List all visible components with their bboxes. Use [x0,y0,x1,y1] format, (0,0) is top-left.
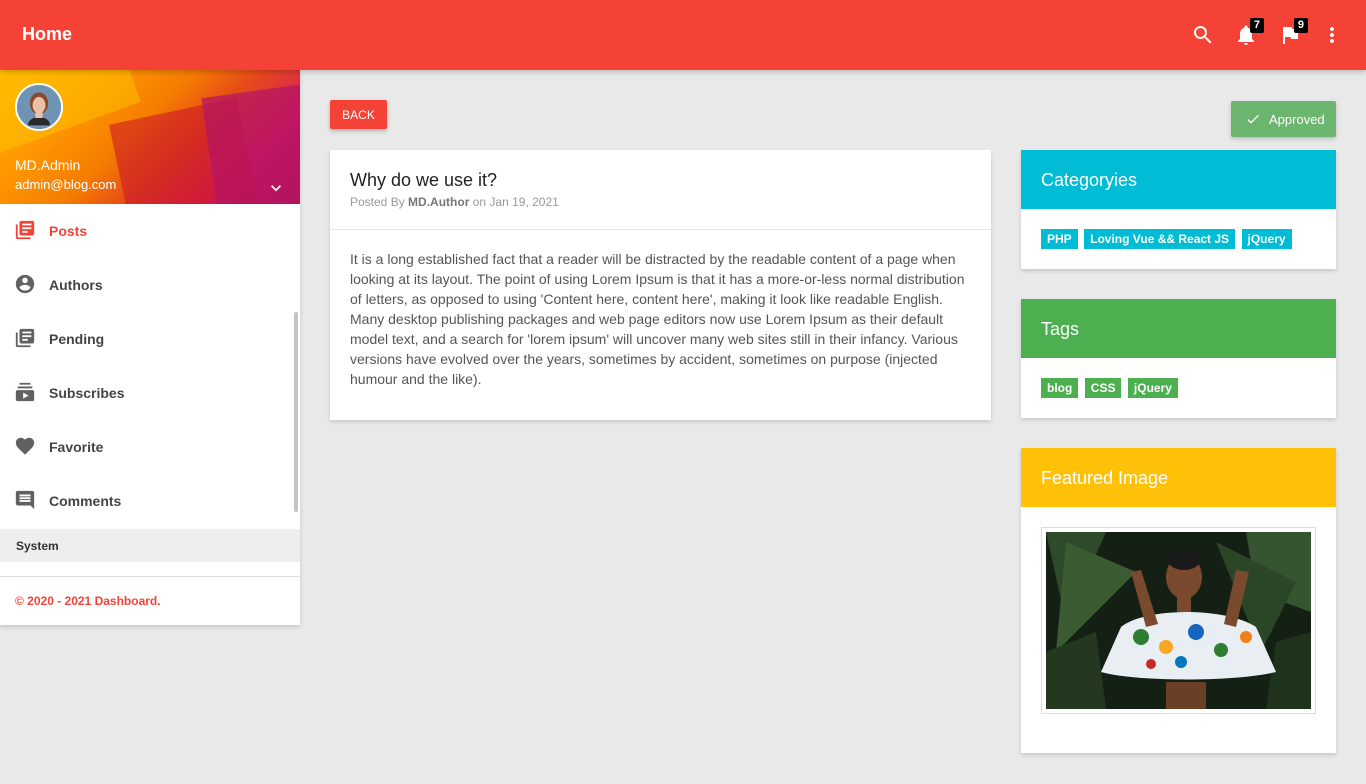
post-meta: Posted By MD.Author on Jan 19, 2021 [350,195,559,209]
pending-icon [14,327,36,349]
sidebar-menu: Posts Authors Pending Subscribes Favorit… [0,204,300,528]
heart-icon [14,435,36,457]
sidebar-item-label: Subscribes [49,385,125,401]
posts-icon [14,219,36,241]
sidebar-item-favorite[interactable]: Favorite [0,420,300,474]
copyright-text: © 2020 - 2021 Dashboard. [15,594,161,608]
post-date: Jan 19, 2021 [489,195,559,209]
more-vert-icon[interactable] [1320,23,1344,47]
categories-list: PHP Loving Vue && React JS jQuery [1021,209,1336,269]
featured-title: Featured Image [1041,468,1169,488]
meta-on: on [472,195,487,209]
sidebar-item-label: Posts [49,223,88,239]
post-card: Why do we use it? Posted By MD.Author on… [330,150,991,420]
subscriptions-icon [14,381,36,403]
approved-button[interactable]: Approved [1231,101,1336,137]
account-circle-icon [14,273,36,295]
chevron-down-icon[interactable] [266,178,286,198]
divider [330,229,991,230]
featured-image-card: Featured Image [1021,448,1336,753]
user-name: MD.Admin [15,157,81,173]
tags-title: Tags [1041,319,1080,339]
flags-button[interactable]: 9 [1278,18,1308,47]
post-title: Why do we use it? [350,170,498,190]
approved-label: Approved [1269,112,1325,127]
sidebar-item-pending[interactable]: Pending [0,312,300,366]
sidebar-section-header: System [0,529,300,562]
category-tag[interactable]: jQuery [1241,229,1292,249]
sidebar-item-label: Favorite [49,439,104,455]
sidebar-item-label: Comments [49,493,122,509]
post-body: It is a long established fact that a rea… [350,251,965,387]
sidebar-item-authors[interactable]: Authors [0,258,300,312]
post-author[interactable]: MD.Author [408,195,469,209]
top-app-bar: Home 7 9 [0,0,1366,70]
section-header-label: System [16,539,59,553]
sidebar-item-subscribes[interactable]: Subscribes [0,366,300,420]
sidebar-item-comments[interactable]: Comments [0,474,300,528]
sidebar-scrollbar[interactable] [294,312,298,512]
tags-header: Tags [1021,299,1336,358]
notifications-badge: 7 [1249,18,1264,33]
search-icon[interactable] [1191,23,1215,47]
category-tag[interactable]: PHP [1041,229,1078,249]
tag-chip[interactable]: blog [1041,378,1079,398]
tag-chip[interactable]: CSS [1084,378,1122,398]
sidebar: MD.Admin admin@blog.com Posts Authors Pe… [0,70,300,625]
check-icon [1244,111,1262,127]
user-info-panel: MD.Admin admin@blog.com [0,70,300,204]
featured-image-frame [1041,527,1316,714]
tags-list: blog CSS jQuery [1021,358,1336,418]
tags-card: Tags blog CSS jQuery [1021,299,1336,418]
sidebar-item-label: Authors [49,277,103,293]
tag-chip[interactable]: jQuery [1127,378,1178,398]
sidebar-item-label: Pending [49,331,105,347]
comment-icon [14,489,36,511]
categories-title: Categoryies [1041,170,1138,190]
back-button[interactable]: BACK [330,100,387,129]
flags-badge: 9 [1293,18,1308,33]
user-email: admin@blog.com [15,177,117,192]
categories-card: Categoryies PHP Loving Vue && React JS j… [1021,150,1336,269]
meta-prefix: Posted By [350,195,405,209]
category-tag[interactable]: Loving Vue && React JS [1084,229,1236,249]
sidebar-item-posts[interactable]: Posts [0,204,300,258]
featured-header: Featured Image [1021,448,1336,507]
page-title: Home [22,24,73,44]
avatar[interactable] [15,83,63,131]
categories-header: Categoryies [1021,150,1336,209]
sidebar-footer: © 2020 - 2021 Dashboard. [0,576,300,625]
featured-image [1046,532,1311,709]
notifications-button[interactable]: 7 [1234,18,1264,47]
